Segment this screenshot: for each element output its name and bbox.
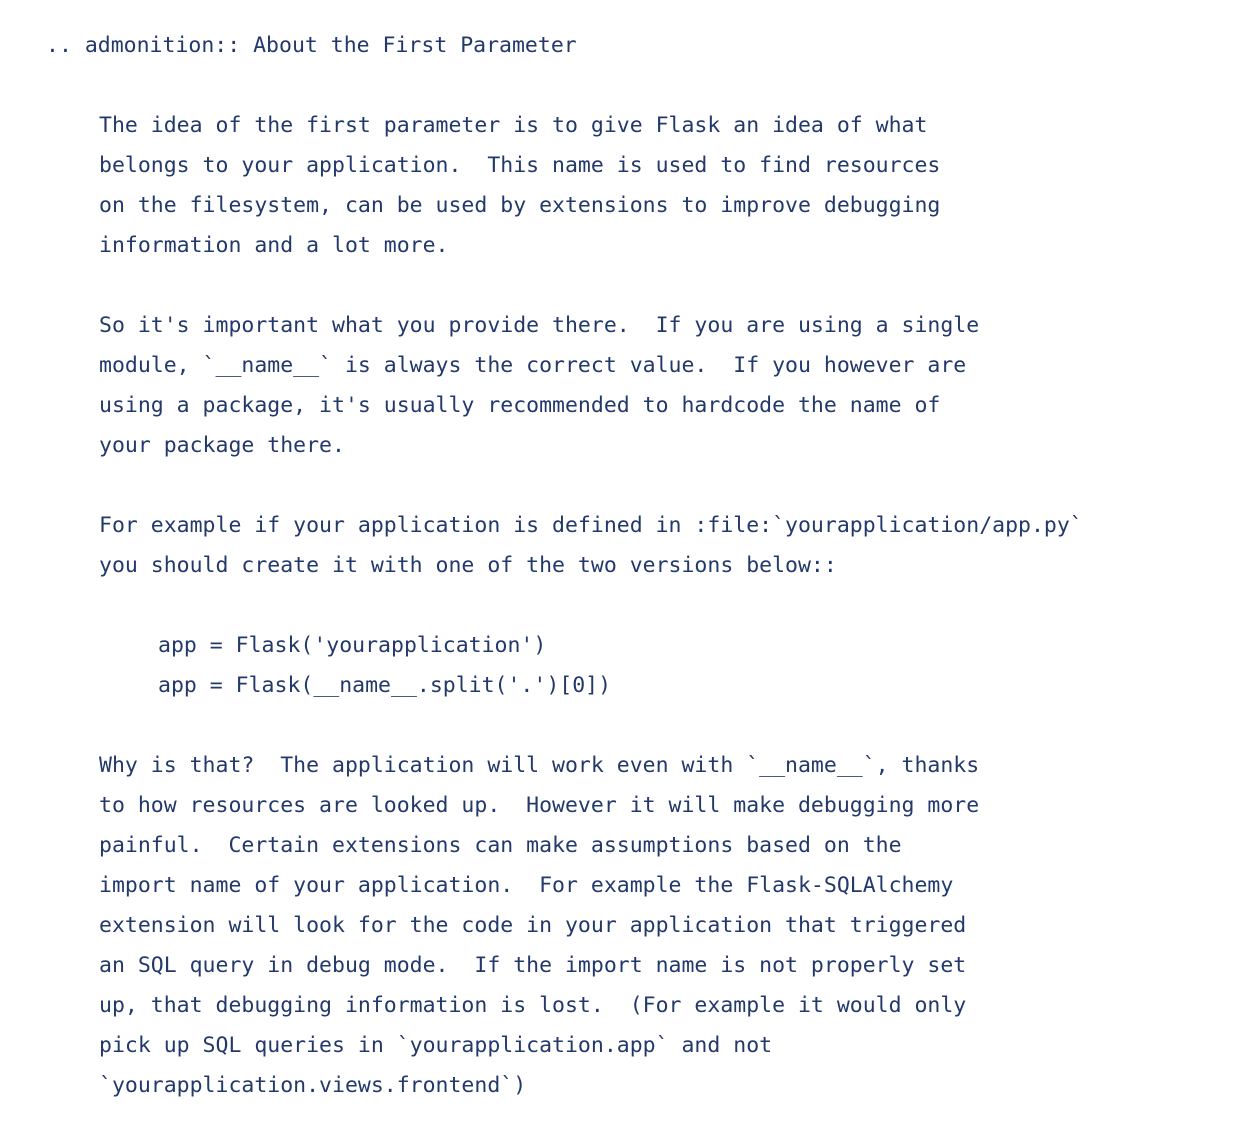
source-line: up, that debugging information is lost. …	[99, 993, 967, 1018]
source-block-directive: .. admonition:: About the First Paramete…	[0, 26, 1252, 66]
source-line: import name of your application. For exa…	[99, 873, 954, 898]
source-line: pick up SQL queries in `yourapplication.…	[99, 1033, 773, 1058]
source-block-paragraph-4: Why is that? The application will work e…	[0, 746, 1252, 1106]
source-line: extension will look for the code in your…	[99, 913, 967, 938]
source-block-paragraph-2: So it's important what you provide there…	[0, 306, 1252, 466]
source-line: on the filesystem, can be used by extens…	[99, 193, 941, 218]
source-line: `yourapplication.views.frontend`)	[99, 1073, 527, 1098]
source-text-document: .. admonition:: About the First Paramete…	[0, 0, 1252, 1126]
source-line: to how resources are looked up. However …	[99, 793, 980, 818]
source-line: For example if your application is defin…	[99, 513, 1083, 538]
source-block-paragraph-3: For example if your application is defin…	[0, 506, 1252, 586]
source-line: painful. Certain extensions can make ass…	[99, 833, 902, 858]
source-line: So it's important what you provide there…	[99, 313, 980, 338]
source-line: belongs to your application. This name i…	[99, 153, 941, 178]
source-line: using a package, it's usually recommende…	[99, 393, 941, 418]
source-line: module, `__name__` is always the correct…	[99, 353, 967, 378]
source-blocks-container: .. admonition:: About the First Paramete…	[0, 26, 1252, 1106]
source-line: information and a lot more.	[99, 233, 449, 258]
source-line: your package there.	[99, 433, 345, 458]
source-line: an SQL query in debug mode. If the impor…	[99, 953, 967, 978]
source-line: Why is that? The application will work e…	[99, 753, 980, 778]
source-line: app = Flask(__name__.split('.')[0])	[158, 673, 612, 698]
source-line: The idea of the first parameter is to gi…	[99, 113, 928, 138]
source-line: .. admonition:: About the First Paramete…	[46, 33, 577, 58]
source-line: you should create it with one of the two…	[99, 553, 837, 578]
source-line: app = Flask('yourapplication')	[158, 633, 547, 658]
source-block-paragraph-1: The idea of the first parameter is to gi…	[0, 106, 1252, 266]
source-block-literal-block: app = Flask('yourapplication') app = Flas…	[0, 626, 1252, 706]
